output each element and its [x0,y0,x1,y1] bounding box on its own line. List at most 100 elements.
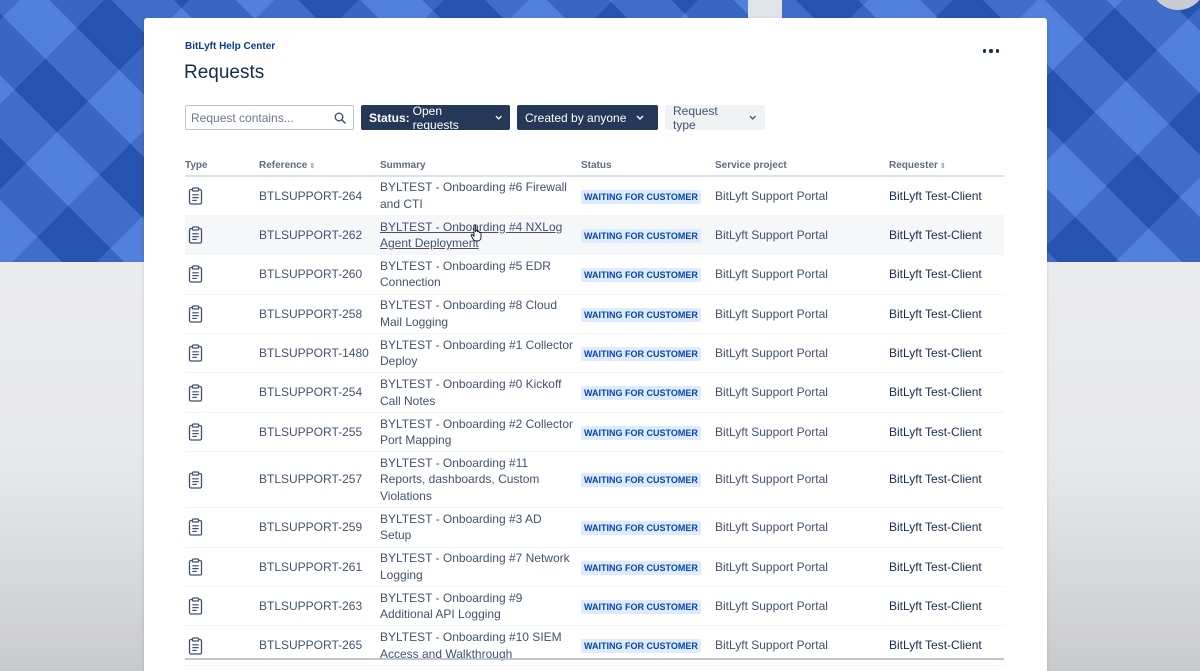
summary-link[interactable]: BYLTEST - Onboarding #6 Firewall and CTI [380,180,567,211]
reference-cell[interactable]: BTLSUPPORT-263 [259,586,380,627]
type-cell [185,333,259,374]
type-cell [185,586,259,627]
request-type-filter-label: Request type [673,103,718,132]
reference-cell[interactable]: BTLSUPPORT-258 [259,294,380,335]
request-type-filter-button[interactable]: Request type [665,103,765,132]
summary-link[interactable]: BYLTEST - Onboarding #1 Collector Deploy [380,338,573,369]
table-row[interactable]: BTLSUPPORT-255 BYLTEST - Onboarding #2 Co… [185,412,1004,453]
column-header-label: Reference [259,160,308,171]
status-badge: WAITING FOR CUSTOMER [581,347,701,361]
requests-table: Type Reference ⇕ Summary Status Service p… [185,155,1004,666]
summary-link[interactable]: BYLTEST - Onboarding #10 SIEM Access and… [380,630,562,661]
status-cell: WAITING FOR CUSTOMER [581,294,715,335]
service-project-cell: BitLyft Support Portal [715,294,889,335]
clipboard-icon [188,384,203,402]
type-cell [185,176,259,216]
column-header-label: Service project [715,160,787,171]
requester-cell: BitLyft Test-Client [889,254,1004,295]
column-header-service-project: Service project [715,155,889,177]
table-row[interactable]: BTLSUPPORT-263 BYLTEST - Onboarding #9 Ad… [185,586,1004,627]
status-badge: WAITING FOR CUSTOMER [581,639,701,654]
column-header-label: Requester [889,160,938,171]
status-badge: WAITING FOR CUSTOMER [581,560,701,575]
reference-cell[interactable]: BTLSUPPORT-262 [259,215,380,256]
table-row[interactable]: BTLSUPPORT-258 BYLTEST - Onboarding #8 Cl… [185,294,1004,335]
summary-link[interactable]: BYLTEST - Onboarding #8 Cloud Mail Loggi… [380,298,557,329]
clipboard-icon [188,518,203,537]
chevron-down-icon [495,115,502,120]
column-header-reference[interactable]: Reference ⇕ [259,155,380,177]
table-row[interactable]: BTLSUPPORT-261 BYLTEST - Onboarding #7 Ne… [185,547,1004,588]
table-row[interactable]: BTLSUPPORT-262 BYLTEST - Onboarding #4 NX… [185,215,1004,256]
table-header-row: Type Reference ⇕ Summary Status Service p… [185,155,1004,177]
summary-link[interactable]: BYLTEST - Onboarding #0 Kickoff Call Not… [380,377,561,408]
status-badge: WAITING FOR CUSTOMER [581,307,701,322]
table-row[interactable]: BTLSUPPORT-259 BYLTEST - Onboarding #3 AD… [185,507,1004,548]
column-header-label: Summary [380,160,426,171]
reference-cell[interactable]: BTLSUPPORT-264 [259,176,380,216]
chevron-down-icon [636,115,644,120]
reference-cell[interactable]: BTLSUPPORT-1480 [259,333,380,374]
service-project-cell: BitLyft Support Portal [715,215,889,256]
type-cell [185,451,259,509]
summary-cell: BYLTEST - Onboarding #5 EDR Connection [380,254,581,295]
more-options-button[interactable] [978,40,1004,62]
page-title: Requests [184,62,265,83]
table-bottom-divider [185,658,1004,660]
column-header-requester[interactable]: Requester ⇕ [889,155,1004,177]
requester-cell: BitLyft Test-Client [889,507,1004,548]
summary-cell: BYLTEST - Onboarding #6 Firewall and CTI [380,176,581,216]
requester-cell: BitLyft Test-Client [889,372,1004,413]
reference-cell[interactable]: BTLSUPPORT-255 [259,412,380,453]
clipboard-icon [188,187,203,205]
created-by-filter-label: Created by anyone [525,110,627,125]
requester-cell: BitLyft Test-Client [889,333,1004,374]
clipboard-icon [188,305,203,323]
type-cell [185,412,259,453]
search-box[interactable] [185,105,354,130]
status-cell: WAITING FOR CUSTOMER [581,254,715,295]
type-cell [185,254,259,295]
requester-cell: BitLyft Test-Client [889,294,1004,335]
reference-cell[interactable]: BTLSUPPORT-257 [259,451,380,509]
search-input[interactable] [186,106,326,129]
type-cell [185,372,259,413]
table-row[interactable]: BTLSUPPORT-254 BYLTEST - Onboarding #0 Ki… [185,372,1004,413]
status-filter-button[interactable]: Status: Open requests [361,104,510,132]
table-row[interactable]: BTLSUPPORT-260 BYLTEST - Onboarding #5 ED… [185,254,1004,295]
summary-link[interactable]: BYLTEST - Onboarding #2 Collector Port M… [380,417,573,448]
summary-link[interactable]: BYLTEST - Onboarding #7 Network Logging [380,551,570,582]
status-cell: WAITING FOR CUSTOMER [581,586,715,627]
table-row[interactable]: BTLSUPPORT-257 BYLTEST - Onboarding #11 R… [185,451,1004,509]
created-by-filter-button[interactable]: Created by anyone [517,105,658,130]
reference-cell[interactable]: BTLSUPPORT-254 [259,372,380,413]
requester-cell: BitLyft Test-Client [889,176,1004,216]
summary-link[interactable]: BYLTEST - Onboarding #9 Additional API L… [380,591,522,622]
sort-icon: ⇕ [309,163,316,170]
status-cell: WAITING FOR CUSTOMER [581,451,715,509]
reference-cell[interactable]: BTLSUPPORT-259 [259,507,380,548]
summary-cell: BYLTEST - Onboarding #2 Collector Port M… [380,412,581,453]
summary-link[interactable]: BYLTEST - Onboarding #3 AD Setup [380,512,542,543]
more-horizontal-icon [982,49,987,53]
breadcrumb-help-center[interactable]: BitLyft Help Center [185,41,275,52]
corner-button-shape [1150,0,1200,10]
table-row[interactable]: BTLSUPPORT-1480 BYLTEST - Onboarding #1 C… [185,333,1004,374]
reference-cell[interactable]: BTLSUPPORT-261 [259,547,380,588]
column-header-summary: Summary [380,155,581,177]
status-badge: WAITING FOR CUSTOMER [581,521,701,536]
status-cell: WAITING FOR CUSTOMER [581,333,715,374]
status-cell: WAITING FOR CUSTOMER [581,507,715,548]
clipboard-icon [188,597,203,615]
requester-cell: BitLyft Test-Client [889,547,1004,588]
top-bar-shape [748,0,782,20]
chevron-down-icon [749,115,757,120]
search-icon[interactable] [334,112,346,124]
requester-cell: BitLyft Test-Client [889,215,1004,256]
summary-link[interactable]: BYLTEST - Onboarding #5 EDR Connection [380,259,551,290]
table-row[interactable]: BTLSUPPORT-264 BYLTEST - Onboarding #6 Fi… [185,176,1004,216]
status-badge: WAITING FOR CUSTOMER [581,425,701,440]
reference-cell[interactable]: BTLSUPPORT-260 [259,254,380,295]
more-dot [995,49,1000,53]
summary-link[interactable]: BYLTEST - Onboarding #11 Reports, dashbo… [380,456,539,503]
